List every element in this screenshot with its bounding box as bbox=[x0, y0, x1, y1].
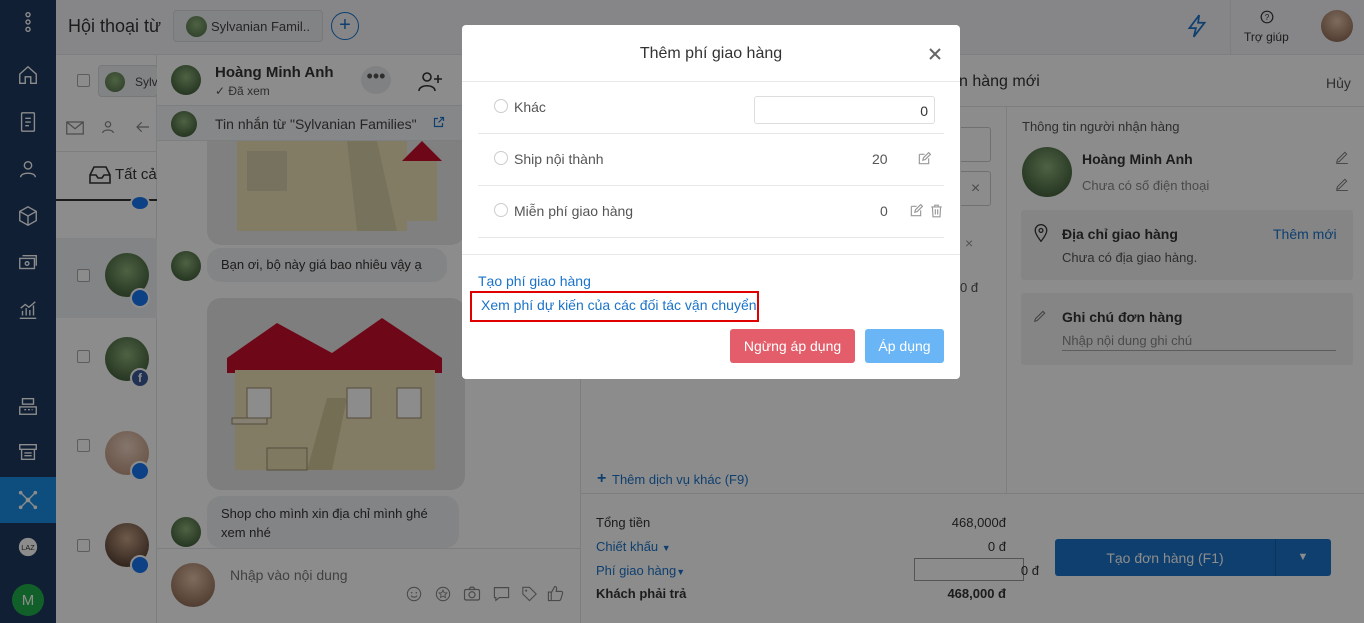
edit-icon[interactable] bbox=[917, 151, 932, 166]
other-fee-input[interactable]: 0 bbox=[754, 96, 935, 124]
divider bbox=[462, 254, 960, 255]
close-icon[interactable] bbox=[928, 47, 942, 61]
apply-button[interactable]: Áp dụng bbox=[865, 329, 944, 363]
option-label: Miễn phí giao hàng bbox=[514, 203, 634, 219]
shipping-option-row[interactable]: Khác 0 bbox=[478, 82, 944, 134]
modal-title: Thêm phí giao hàng bbox=[639, 45, 783, 62]
view-partner-fee-link[interactable]: Xem phí dự kiến của các đối tác vận chuy… bbox=[481, 297, 757, 313]
create-fee-link[interactable]: Tạo phí giao hàng bbox=[478, 273, 591, 289]
shipping-option-row[interactable]: Miễn phí giao hàng 0 bbox=[478, 186, 944, 238]
edit-icon[interactable] bbox=[909, 203, 924, 218]
shipping-option-row[interactable]: Ship nội thành 20 bbox=[478, 134, 944, 186]
option-radio[interactable] bbox=[494, 151, 508, 165]
option-label: Ship nội thành bbox=[514, 151, 604, 167]
stop-applying-button[interactable]: Ngừng áp dụng bbox=[730, 329, 855, 363]
option-radio[interactable] bbox=[494, 99, 508, 113]
option-value: 0 bbox=[880, 203, 888, 219]
option-value: 0 bbox=[920, 103, 928, 119]
option-value: 20 bbox=[872, 151, 888, 167]
trash-icon[interactable] bbox=[930, 204, 943, 218]
option-radio[interactable] bbox=[494, 203, 508, 217]
option-label: Khác bbox=[514, 99, 546, 115]
shipping-fee-modal: Thêm phí giao hàng Khác 0 Ship nội thành… bbox=[462, 25, 960, 379]
